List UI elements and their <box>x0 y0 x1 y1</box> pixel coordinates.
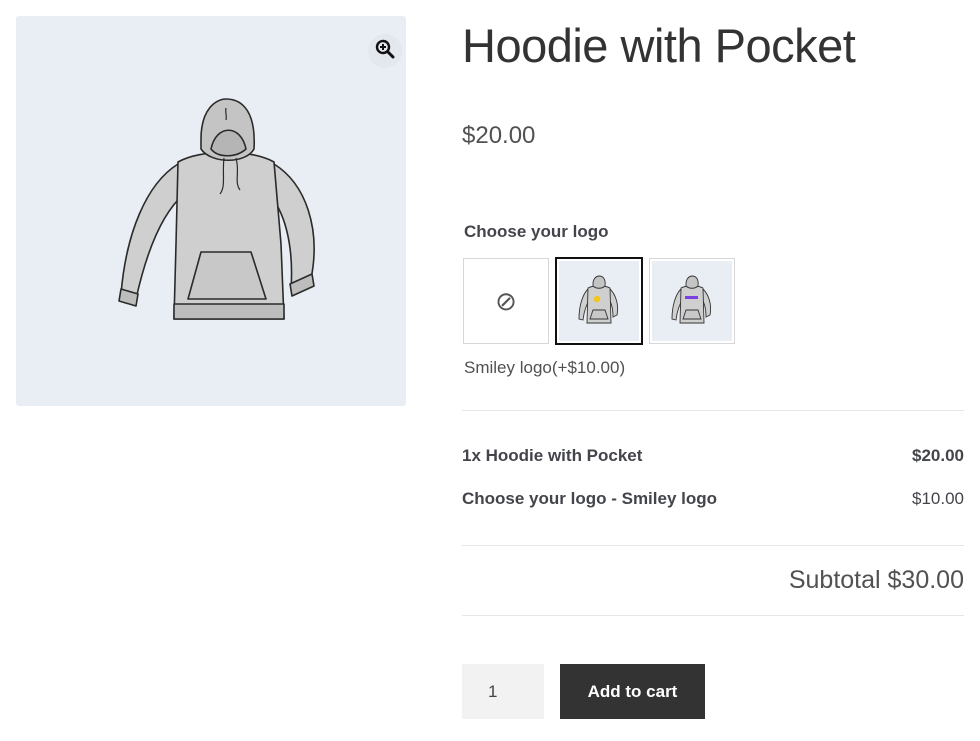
divider <box>462 545 964 546</box>
selected-option-description: Smiley logo(+$10.00) <box>464 358 626 377</box>
logo-option-none[interactable]: ⊘ <box>463 258 549 344</box>
totals-row-label: 1x Hoodie with Pocket <box>462 446 643 465</box>
hoodie-smiley-image <box>559 261 639 341</box>
hoodie-purple-logo-image <box>652 261 732 341</box>
add-to-cart-button[interactable]: Add to cart <box>560 664 705 719</box>
logo-option-smiley[interactable] <box>555 257 643 345</box>
logo-option-purple[interactable] <box>649 258 735 344</box>
product-gallery <box>16 16 406 406</box>
divider <box>462 615 964 616</box>
zoom-in-icon <box>375 39 395 64</box>
totals-row-label: Choose your logo - Smiley logo <box>462 489 718 508</box>
product-title: Hoodie with Pocket <box>462 19 856 72</box>
divider <box>462 410 964 411</box>
zoom-button[interactable] <box>368 34 402 68</box>
hoodie-image[interactable] <box>106 94 326 349</box>
totals-row: 1x Hoodie with Pocket $20.00 <box>462 446 964 466</box>
totals-row-amount: $10.00 <box>912 489 964 508</box>
addon-label: Choose your logo <box>464 222 609 241</box>
totals-row: Choose your logo - Smiley logo $10.00 <box>462 489 964 509</box>
subtotal: Subtotal $30.00 <box>788 566 964 594</box>
none-icon: ⊘ <box>495 286 517 316</box>
quantity-input[interactable] <box>462 664 544 719</box>
product-price: $20.00 <box>462 122 536 149</box>
totals-row-amount: $20.00 <box>912 446 964 465</box>
